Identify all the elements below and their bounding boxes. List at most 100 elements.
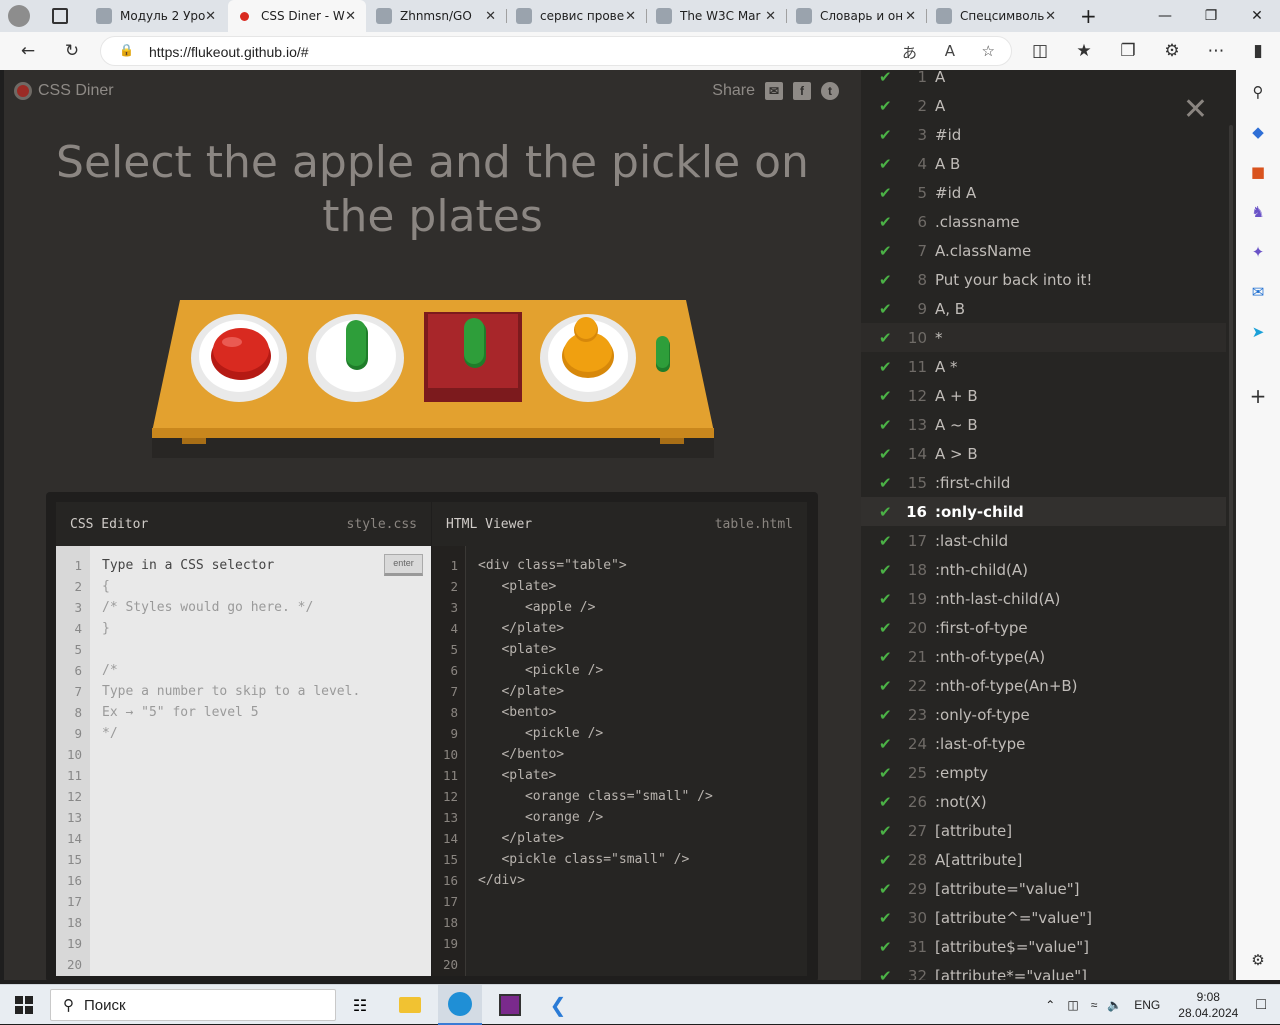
sidebar-toggle-button[interactable]: ▮ — [1244, 39, 1272, 63]
file-explorer-button[interactable] — [392, 985, 428, 1025]
level-item[interactable]: ✔ 26:not(X) — [861, 787, 1226, 816]
tab-close-icon[interactable]: ✕ — [765, 9, 776, 24]
level-item[interactable]: ✔ 29 [attribute="value"] — [861, 874, 1226, 903]
level-item[interactable]: ✔ 6 .classname — [861, 207, 1226, 236]
level-item[interactable]: ✔ 13 A ~ B — [861, 410, 1226, 439]
level-item[interactable]: ✔ 10 * — [861, 323, 1226, 352]
read-aloud-icon[interactable]: A — [945, 42, 955, 60]
level-item[interactable]: ✔ 27 [attribute] — [861, 816, 1226, 845]
tools-icon[interactable]: ■ — [1248, 162, 1268, 182]
level-name: :last-child — [935, 531, 1009, 550]
copilot-icon[interactable]: ✦ — [1248, 242, 1268, 262]
browser-tab[interactable]: сервис прове ✕ — [508, 0, 646, 32]
split-screen-button[interactable]: ◫ — [1026, 39, 1054, 63]
level-item[interactable]: ✔ 11 A * — [861, 352, 1226, 381]
refresh-button[interactable]: ↻ — [58, 39, 86, 63]
shopping-icon[interactable]: ◆ — [1248, 122, 1268, 142]
level-item[interactable]: ✔ 14 A > B — [861, 439, 1226, 468]
back-button[interactable]: ← — [14, 39, 42, 63]
level-item[interactable]: ✔ 1 A — [861, 70, 1226, 91]
level-item[interactable]: ✔ 16:only-child — [861, 497, 1226, 526]
minimize-button[interactable]: — — [1142, 0, 1188, 32]
level-item[interactable]: ✔ 7 A.className — [861, 236, 1226, 265]
pickle[interactable] — [346, 320, 368, 370]
level-item[interactable]: ✔ 32 [attribute*="value"] — [861, 961, 1226, 981]
level-item[interactable]: ✔ 12 A + B — [861, 381, 1226, 410]
url-field[interactable]: 🔒 https://flukeout.github.io/# あ A ☆ — [100, 36, 1012, 66]
notification-icon[interactable]: □ — [1256, 996, 1266, 1014]
browser-tab[interactable]: The W3C Mar ✕ — [648, 0, 786, 32]
tab-close-icon[interactable]: ✕ — [485, 9, 496, 24]
language-indicator[interactable]: ENG — [1134, 998, 1160, 1012]
window-close-button[interactable]: ✕ — [1234, 0, 1280, 32]
tab-close-icon[interactable]: ✕ — [625, 9, 636, 24]
level-item[interactable]: ✔ 25:empty — [861, 758, 1226, 787]
level-item[interactable]: ✔ 21:nth-of-type(A) — [861, 642, 1226, 671]
games-icon[interactable]: ♞ — [1248, 202, 1268, 222]
logo[interactable]: CSS Diner — [14, 82, 114, 100]
pickle-small[interactable] — [656, 336, 670, 372]
app-taskbar-button[interactable] — [488, 985, 532, 1025]
start-button[interactable] — [0, 985, 48, 1025]
edge-taskbar-button[interactable] — [438, 985, 482, 1025]
level-item[interactable]: ✔ 23:only-of-type — [861, 700, 1226, 729]
collections-button[interactable]: ❐ — [1114, 39, 1142, 63]
add-sidebar-app-icon[interactable]: + — [1248, 384, 1268, 408]
wifi-icon[interactable]: ≈ — [1091, 998, 1098, 1012]
favorite-star-icon[interactable]: ☆ — [982, 42, 995, 60]
browser-tab[interactable]: CSS Diner - W ✕ — [228, 0, 366, 32]
level-item[interactable]: ✔ 3 #id — [861, 120, 1226, 149]
browser-tab[interactable]: Словарь и он ✕ — [788, 0, 926, 32]
browser-tab[interactable]: Модуль 2 Уро ✕ — [88, 0, 226, 32]
close-panel-button[interactable]: ✕ — [1183, 92, 1208, 127]
extensions-button[interactable]: ⚙ — [1158, 39, 1186, 63]
restore-button[interactable]: ❐ — [1188, 0, 1234, 32]
level-item[interactable]: ✔ 17:last-child — [861, 526, 1226, 555]
level-item[interactable]: ✔ 18:nth-child(A) — [861, 555, 1226, 584]
tab-close-icon[interactable]: ✕ — [905, 9, 916, 24]
telegram-icon[interactable]: ➤ — [1248, 322, 1268, 342]
level-item[interactable]: ✔ 30 [attribute^="value"] — [861, 903, 1226, 932]
outlook-icon[interactable]: ✉ — [1248, 282, 1268, 302]
level-item[interactable]: ✔ 28 A[attribute] — [861, 845, 1226, 874]
level-item[interactable]: ✔ 9 A, B — [861, 294, 1226, 323]
pickle-in-bento[interactable] — [464, 318, 486, 368]
settings-gear-icon[interactable]: ⚙ — [1248, 950, 1268, 970]
level-item[interactable]: ✔ 19:nth-last-child(A) — [861, 584, 1226, 613]
clock[interactable]: 9:08 28.04.2024 — [1178, 989, 1238, 1021]
level-item[interactable]: ✔ 31 [attribute$="value"] — [861, 932, 1226, 961]
search-icon[interactable]: ⚲ — [1248, 82, 1268, 102]
level-item[interactable]: ✔ 24:last-of-type — [861, 729, 1226, 758]
new-tab-button[interactable]: + — [1072, 0, 1102, 32]
chevron-up-icon[interactable]: ⌃ — [1045, 998, 1055, 1012]
twitter-icon[interactable]: t — [821, 82, 839, 100]
tab-close-icon[interactable]: ✕ — [205, 9, 216, 24]
device-icon[interactable]: ◫ — [1067, 998, 1078, 1012]
browser-tab[interactable]: Zhnmsn/GO ✕ — [368, 0, 506, 32]
browser-tab[interactable]: Спецсимволь ✕ — [928, 0, 1066, 32]
level-item[interactable]: ✔ 8 Put your back into it! — [861, 265, 1226, 294]
css-input-area[interactable]: 1 2 3 4 5 6 7 8 9 10 11 12 13 14 15 16 17 18 19 20 Type in … — [56, 546, 431, 976]
profile-button[interactable] — [0, 0, 40, 32]
volume-icon[interactable]: 🔈 — [1107, 998, 1122, 1012]
level-item[interactable]: ✔ 2 A — [861, 91, 1226, 120]
level-item[interactable]: ✔ 15:first-child — [861, 468, 1226, 497]
translate-icon[interactable]: あ — [902, 42, 917, 63]
email-icon[interactable]: ✉ — [765, 82, 783, 100]
more-menu-button[interactable]: ⋯ — [1202, 39, 1230, 63]
enter-button[interactable]: enter — [384, 554, 423, 576]
favorites-button[interactable]: ★ — [1070, 39, 1098, 63]
taskbar-search[interactable]: ⚲ Поиск — [50, 989, 336, 1021]
level-item[interactable]: ✔ 22:nth-of-type(An+B) — [861, 671, 1226, 700]
level-list-scrollbar[interactable] — [1229, 125, 1233, 980]
level-item[interactable]: ✔ 4 A B — [861, 149, 1226, 178]
facebook-icon[interactable]: f — [793, 82, 811, 100]
level-item[interactable]: ✔ 5 #id A — [861, 178, 1226, 207]
task-view-button[interactable]: ☷ — [344, 985, 376, 1025]
vscode-taskbar-button[interactable]: ❮ — [536, 985, 580, 1025]
level-item[interactable]: ✔ 20:first-of-type — [861, 613, 1226, 642]
tab-close-icon[interactable]: ✕ — [1045, 9, 1056, 24]
tab-actions-button[interactable] — [44, 0, 80, 32]
apple[interactable] — [211, 328, 271, 380]
tab-close-icon[interactable]: ✕ — [345, 9, 356, 24]
